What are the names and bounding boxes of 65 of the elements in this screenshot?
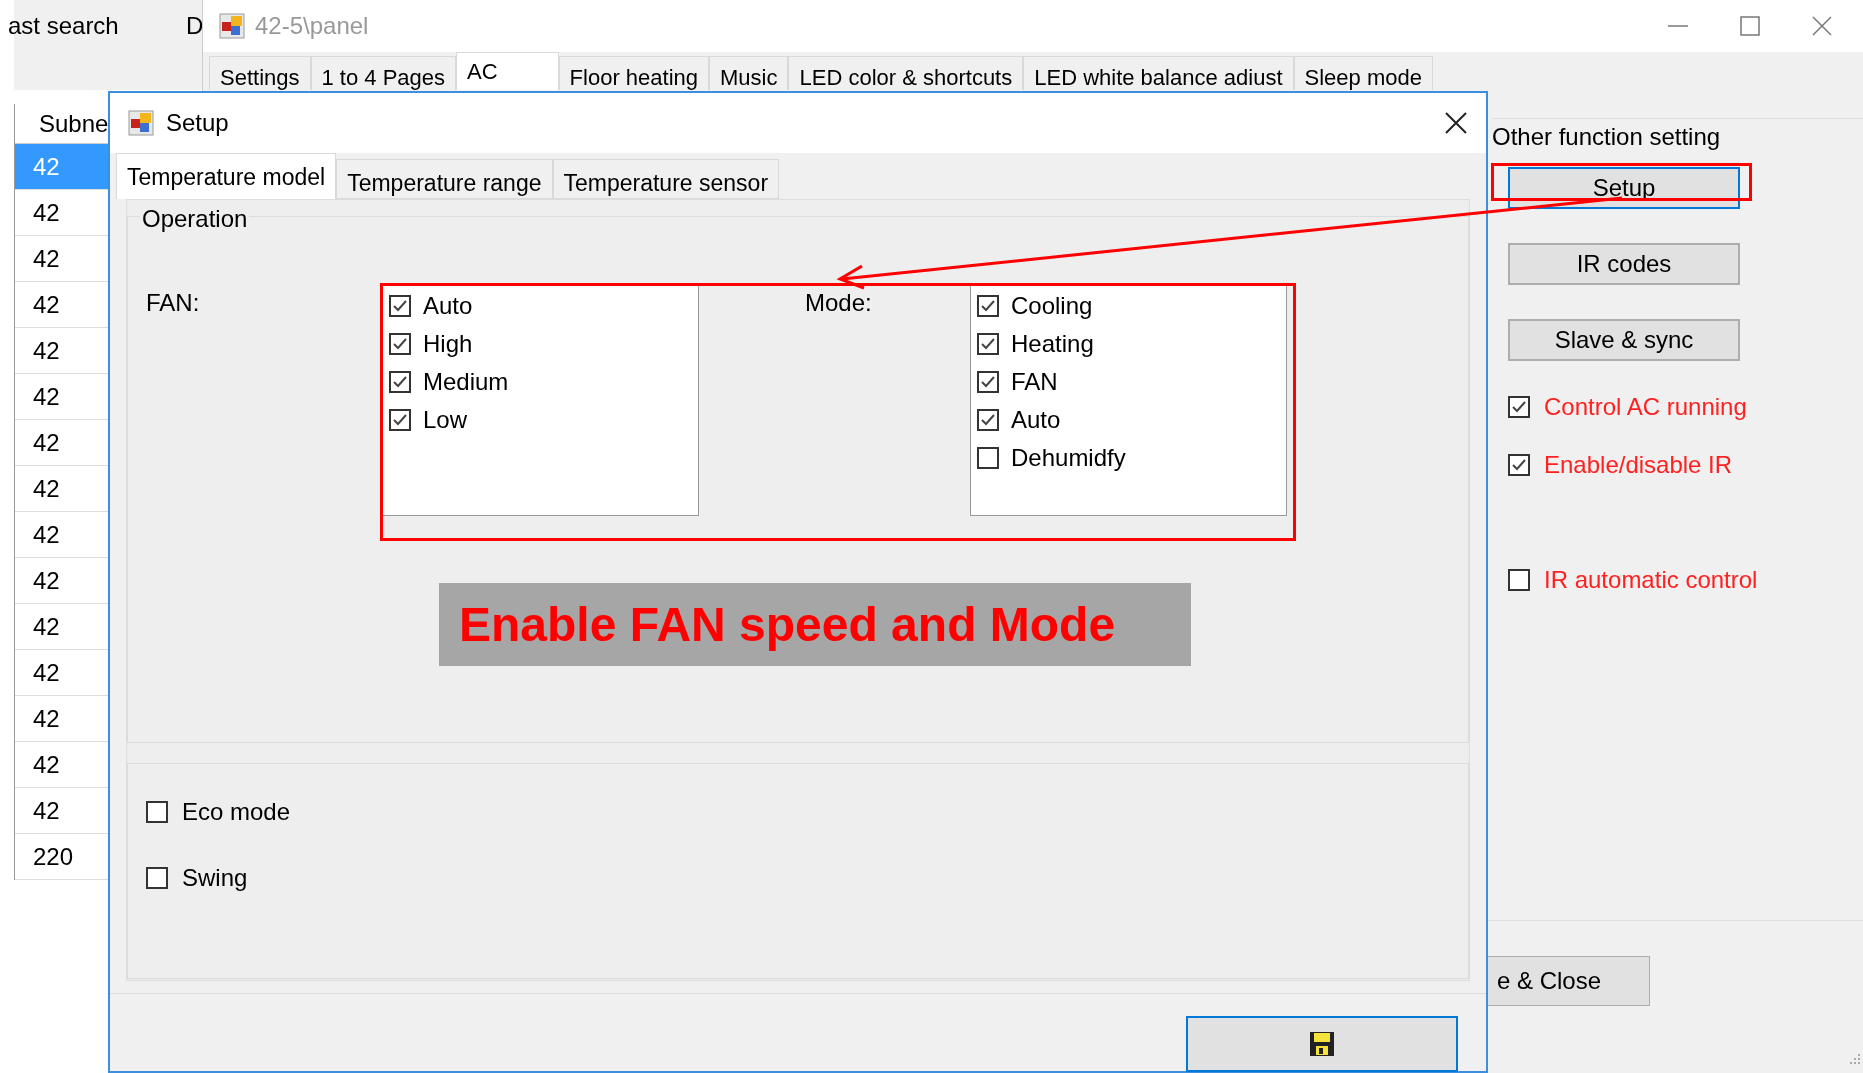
annotation-callout: Enable FAN speed and Mode [439,583,1191,666]
checkbox-label: Enable/disable IR [1544,450,1733,480]
checkbox-label: IR automatic control [1544,565,1758,595]
check-icon [392,412,408,428]
checkbox[interactable] [389,295,411,317]
check-icon [980,336,996,352]
tab[interactable]: LED white balance adiust [1023,56,1294,90]
checkbox[interactable] [977,447,999,469]
window-title: 42-5\panel [255,11,369,41]
check-icon [1511,457,1527,473]
tab[interactable]: Temperature model [116,153,337,199]
checkbox-label: FAN [1011,367,1058,397]
toolbar-label: D [186,11,204,41]
checkbox[interactable] [389,371,411,393]
checkbox[interactable] [146,867,168,889]
tab[interactable]: Settings [209,56,311,90]
check-icon [392,374,408,390]
checkbox[interactable] [389,409,411,431]
checkbox[interactable] [1508,454,1530,476]
checkbox-label: Swing [182,863,248,893]
function-button[interactable]: Slave & sync [1508,319,1740,361]
save-button[interactable] [1186,1016,1458,1072]
checkbox[interactable] [977,409,999,431]
dialog-title: Setup [166,108,229,138]
check-icon [980,412,996,428]
tab[interactable]: Temperature range [336,159,553,199]
checkbox[interactable] [977,295,999,317]
checkbox-label: Cooling [1011,291,1093,321]
function-button[interactable]: IR codes [1508,243,1740,285]
checkbox[interactable] [1508,396,1530,418]
checkbox-label: Heating [1011,329,1094,359]
app-icon [219,13,245,39]
check-icon [392,298,408,314]
save-close-button[interactable]: e & Close [1486,956,1650,1006]
checkbox-label: Auto [1011,405,1061,435]
check-icon [980,298,996,314]
checkbox-label: Dehumidfy [1011,443,1126,473]
checkbox-label: Auto [423,291,473,321]
tab[interactable]: AC [456,52,559,90]
app-icon [128,110,154,136]
checkbox-label: Eco mode [182,797,291,827]
checkbox-label: Medium [423,367,509,397]
close-icon[interactable] [1444,111,1468,135]
field-label: FAN: [146,288,200,318]
checkbox[interactable] [1508,569,1530,591]
checkbox-label: Low [423,405,468,435]
checkbox[interactable] [977,371,999,393]
checkbox[interactable] [146,801,168,823]
function-button[interactable]: Setup [1508,167,1740,209]
check-icon [980,374,996,390]
tab[interactable]: Floor heating [558,56,710,90]
maximize-icon[interactable] [1739,15,1761,37]
checkbox[interactable] [977,333,999,355]
field-label: Mode: [805,288,872,318]
search-label: ast search [8,11,119,41]
tab[interactable]: LED color & shortcuts [788,56,1024,90]
tab[interactable]: Temperature sensor [552,159,780,199]
tab[interactable]: Sleep mode [1293,56,1433,90]
check-icon [1511,399,1527,415]
checkbox-label: Control AC running [1544,392,1747,422]
tab[interactable]: Music [709,56,789,90]
check-icon [392,336,408,352]
checkbox-label: High [423,329,473,359]
checkbox[interactable] [389,333,411,355]
tab[interactable]: 1 to 4 Pages [310,56,457,90]
